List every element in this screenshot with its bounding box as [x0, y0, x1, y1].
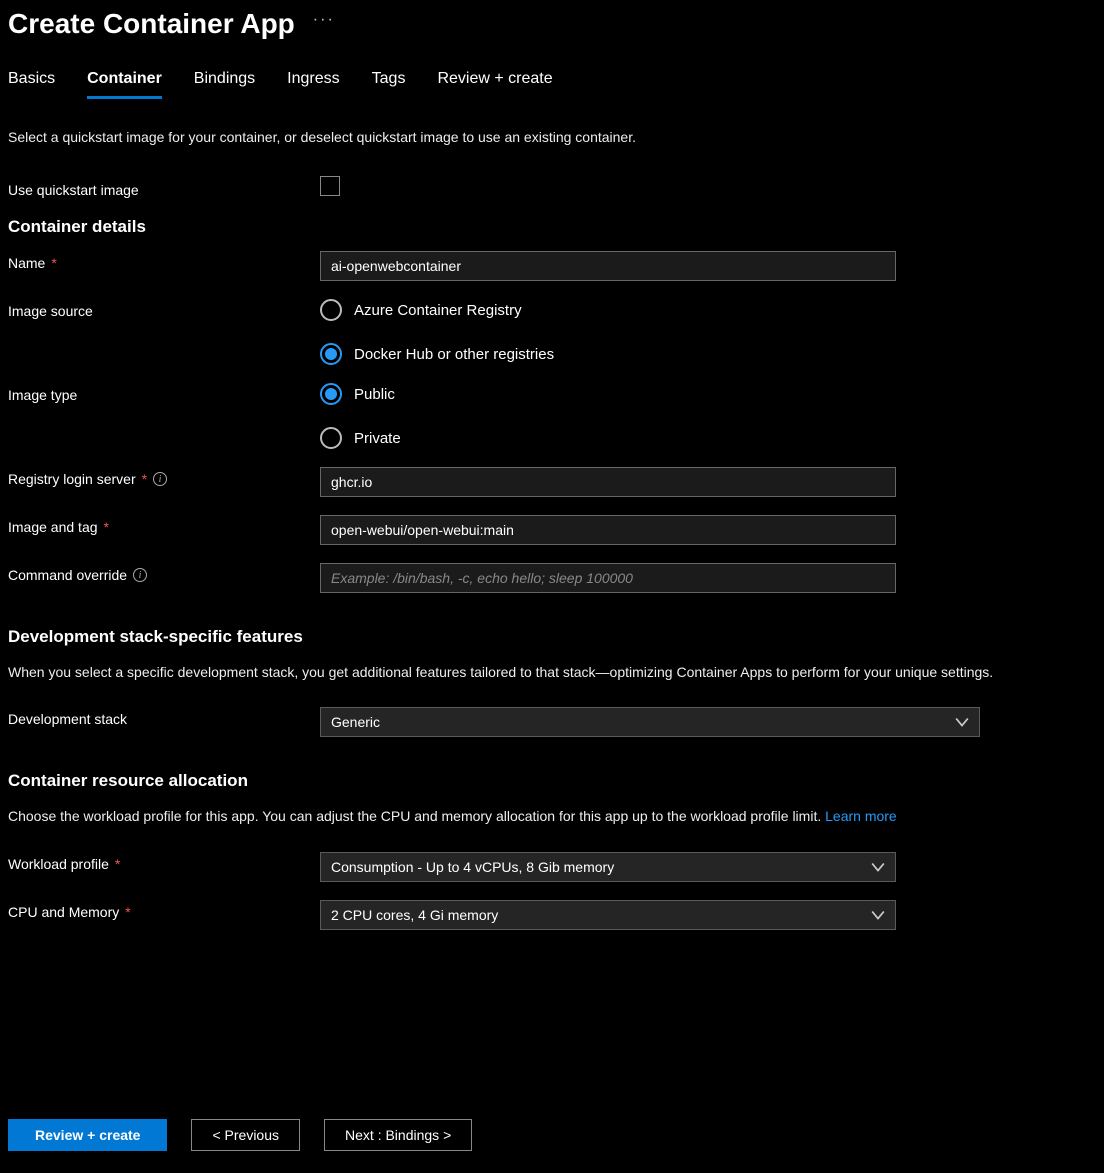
- command-input[interactable]: [320, 563, 896, 593]
- dev-stack-heading: Development stack-specific features: [8, 627, 1096, 647]
- chevron-down-icon: [871, 860, 885, 874]
- image-source-option-docker: Docker Hub or other registries: [354, 346, 554, 363]
- registry-label: Registry login server: [8, 471, 136, 487]
- resource-heading: Container resource allocation: [8, 771, 1096, 791]
- command-label: Command override: [8, 567, 127, 583]
- image-type-option-public: Public: [354, 386, 395, 403]
- tab-review[interactable]: Review + create: [437, 70, 552, 99]
- image-type-radio-public[interactable]: [320, 383, 342, 405]
- info-icon[interactable]: i: [153, 472, 167, 486]
- image-source-label: Image source: [8, 303, 93, 319]
- required-indicator: *: [104, 519, 109, 535]
- workload-value: Consumption - Up to 4 vCPUs, 8 Gib memor…: [331, 859, 614, 875]
- dev-stack-label: Development stack: [8, 711, 127, 727]
- page-title: Create Container App: [8, 8, 295, 40]
- learn-more-link[interactable]: Learn more: [825, 808, 897, 824]
- image-type-label: Image type: [8, 387, 77, 403]
- info-icon[interactable]: i: [133, 568, 147, 582]
- tab-container[interactable]: Container: [87, 70, 162, 99]
- dev-stack-value: Generic: [331, 714, 380, 730]
- required-indicator: *: [51, 255, 56, 271]
- image-source-option-acr: Azure Container Registry: [354, 302, 522, 319]
- registry-input[interactable]: [320, 467, 896, 497]
- image-tag-input[interactable]: [320, 515, 896, 545]
- previous-button[interactable]: < Previous: [191, 1119, 300, 1151]
- image-source-radio-acr[interactable]: [320, 299, 342, 321]
- review-create-button[interactable]: Review + create: [8, 1119, 167, 1151]
- required-indicator: *: [125, 904, 130, 920]
- image-tag-label: Image and tag: [8, 519, 98, 535]
- dev-stack-desc: When you select a specific development s…: [8, 661, 1058, 683]
- workload-dropdown[interactable]: Consumption - Up to 4 vCPUs, 8 Gib memor…: [320, 852, 896, 882]
- resource-desc: Choose the workload profile for this app…: [8, 805, 1058, 827]
- required-indicator: *: [142, 471, 147, 487]
- image-type-radio-private[interactable]: [320, 427, 342, 449]
- tab-bindings[interactable]: Bindings: [194, 70, 255, 99]
- required-indicator: *: [115, 856, 120, 872]
- footer-bar: Review + create < Previous Next : Bindin…: [0, 1099, 1104, 1173]
- image-type-option-private: Private: [354, 430, 401, 447]
- cpu-value: 2 CPU cores, 4 Gi memory: [331, 907, 498, 923]
- name-input[interactable]: [320, 251, 896, 281]
- quickstart-checkbox[interactable]: [320, 176, 340, 196]
- workload-label: Workload profile: [8, 856, 109, 872]
- container-details-heading: Container details: [8, 217, 1096, 237]
- tab-basics[interactable]: Basics: [8, 70, 55, 99]
- cpu-label: CPU and Memory: [8, 904, 119, 920]
- intro-text: Select a quickstart image for your conta…: [8, 127, 1096, 148]
- tab-tags[interactable]: Tags: [372, 70, 406, 99]
- tab-bar: Basics Container Bindings Ingress Tags R…: [8, 70, 1096, 99]
- chevron-down-icon: [871, 908, 885, 922]
- tab-ingress[interactable]: Ingress: [287, 70, 339, 99]
- dev-stack-dropdown[interactable]: Generic: [320, 707, 980, 737]
- cpu-dropdown[interactable]: 2 CPU cores, 4 Gi memory: [320, 900, 896, 930]
- quickstart-label: Use quickstart image: [8, 178, 320, 198]
- name-label: Name: [8, 255, 45, 271]
- next-button[interactable]: Next : Bindings >: [324, 1119, 472, 1151]
- chevron-down-icon: [955, 715, 969, 729]
- more-icon[interactable]: ···: [313, 11, 335, 29]
- image-source-radio-docker[interactable]: [320, 343, 342, 365]
